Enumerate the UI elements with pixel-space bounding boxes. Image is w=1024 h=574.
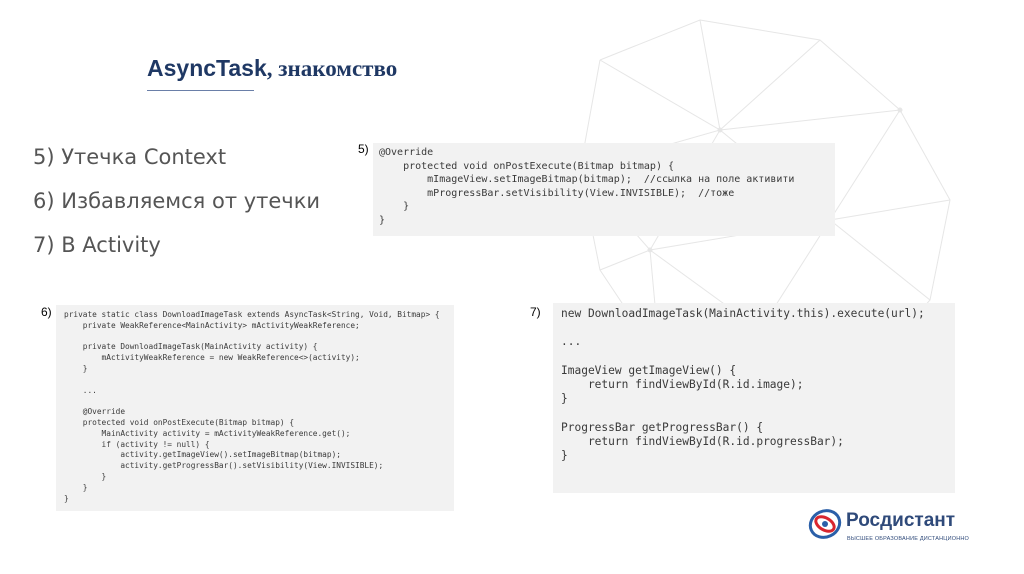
code-line: ...: [64, 385, 97, 395]
code-line: activity.getProgressBar().setVisibility(…: [64, 461, 384, 471]
code-line: }: [64, 482, 88, 492]
code-line: return findViewById(R.id.progressBar);: [561, 434, 844, 448]
snippet-label: 6): [41, 305, 52, 319]
code-snippet-5: @Override protected void onPostExecute(B…: [373, 143, 835, 236]
code-line: activity.getImageView().setImageBitmap(b…: [64, 450, 341, 460]
bullet-item: 6) Избавляемся от утечки: [33, 189, 321, 213]
code-line: private static class DownloadImageTask e…: [64, 310, 440, 319]
code-line: }: [379, 214, 386, 226]
bullet-item: 7) В Activity: [33, 233, 161, 257]
code-line: mImageView.setImageBitmap(bitmap); //ссы…: [379, 174, 795, 185]
code-line: MainActivity activity = mActivityWeakRef…: [64, 428, 351, 438]
slide-title-sub: , знакомство: [266, 56, 398, 81]
code-line: private WeakReference<MainActivity> mAct…: [64, 320, 360, 330]
code-snippet-6: private static class DownloadImageTask e…: [56, 305, 454, 511]
brand-name: Росдистант: [846, 510, 956, 531]
code-line: if (activity != null) {: [64, 439, 210, 449]
code-line: ...: [561, 335, 582, 349]
code-line: new DownloadImageTask(MainActivity.this)…: [561, 307, 925, 320]
code-line: private DownloadImageTask(MainActivity a…: [64, 342, 318, 352]
code-line: }: [561, 392, 568, 406]
slide-title: AsyncTask, знакомство: [147, 55, 397, 82]
code-line: protected void onPostExecute(Bitmap bitm…: [379, 160, 675, 172]
code-line: protected void onPostExecute(Bitmap bitm…: [64, 417, 295, 427]
snippet-label: 5): [358, 142, 369, 156]
snippet-label: 7): [530, 305, 541, 319]
code-line: mProgressBar.setVisibility(View.INVISIBL…: [379, 187, 735, 199]
code-line: }: [64, 363, 88, 373]
code-snippet-7: new DownloadImageTask(MainActivity.this)…: [553, 303, 955, 493]
code-line: }: [561, 449, 568, 463]
slide-title-main: AsyncTask: [147, 55, 267, 81]
code-line: mActivityWeakReference = new WeakReferen…: [64, 353, 360, 363]
brand-tagline: ВЫСШЕЕ ОБРАЗОВАНИЕ ДИСТАНЦИОННО: [847, 536, 970, 542]
bullet-item: 5) Утечка Context: [33, 145, 227, 169]
code-line: }: [64, 471, 107, 481]
code-line: }: [64, 493, 69, 503]
code-line: @Override: [379, 147, 434, 158]
title-underline: [147, 90, 254, 91]
code-line: @Override: [64, 407, 126, 417]
code-line: ProgressBar getProgressBar() {: [561, 420, 764, 434]
code-line: return findViewById(R.id.image);: [561, 378, 804, 392]
code-line: ImageView getImageView() {: [561, 363, 737, 377]
code-line: }: [379, 201, 410, 212]
rosdistant-logo-icon: [808, 509, 842, 539]
